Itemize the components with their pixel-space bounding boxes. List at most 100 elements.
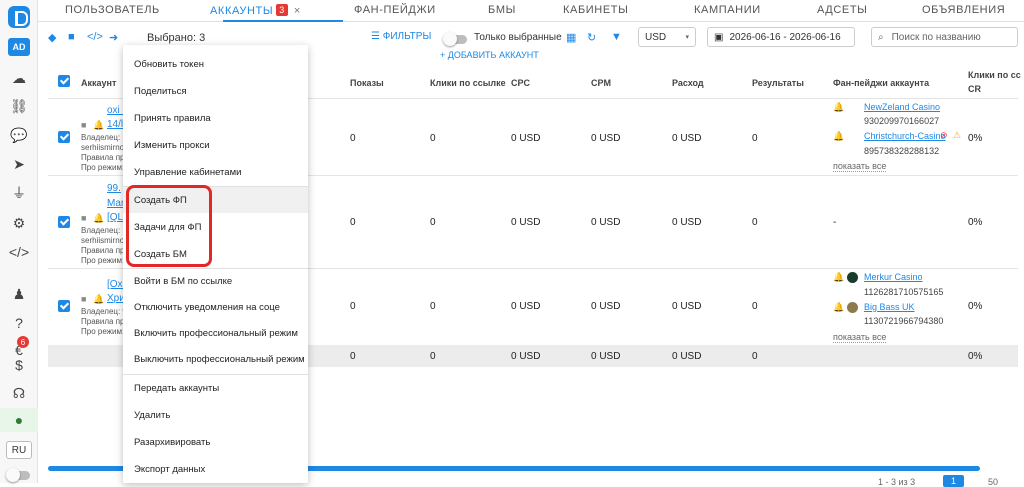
menu-item-login-bm[interactable]: Войти в БМ по ссылке	[123, 268, 308, 294]
menu-item-change-proxy[interactable]: Изменить прокси	[123, 132, 308, 158]
total-clicks: 0	[430, 351, 436, 362]
fanpage-id: 1130721966794380	[864, 316, 944, 326]
theme-toggle[interactable]	[6, 468, 30, 482]
filters-label: ФИЛЬТРЫ	[382, 31, 432, 42]
only-selected-toggle[interactable]	[443, 32, 467, 46]
menu-item-manage-cabinets[interactable]: Управление кабинетами	[123, 159, 308, 185]
menu-item-export[interactable]: Экспорт данных	[123, 456, 308, 482]
fanpage-id: 1126281710575165	[864, 287, 944, 297]
header-cpm[interactable]: CPM	[591, 78, 611, 88]
bell-icon[interactable]: 🔔	[833, 272, 844, 283]
refresh-icon[interactable]: ↻	[587, 31, 596, 44]
fanpage-link[interactable]: Christchurch-Casino	[864, 131, 946, 141]
currency-select[interactable]: USD ▾	[638, 27, 696, 47]
highlight-annotation	[126, 185, 212, 267]
chat-icon[interactable]: 💬	[0, 123, 38, 147]
spend-value: 0 USD	[672, 133, 702, 144]
tag-icon[interactable]: ◆	[48, 31, 56, 44]
bell-icon[interactable]: 🔔	[93, 294, 104, 305]
header-cpc[interactable]: CPC	[511, 78, 530, 88]
account-id-link[interactable]: 14/l	[107, 119, 123, 130]
help-icon[interactable]: ?	[0, 311, 38, 335]
pagination-per-page[interactable]: 50	[988, 477, 998, 487]
language-button[interactable]: RU	[6, 441, 32, 459]
header-link-clicks[interactable]: Клики по сс	[968, 70, 1021, 80]
header-results[interactable]: Результаты	[752, 78, 804, 88]
gear-icon[interactable]: ⚙	[0, 211, 38, 235]
columns-icon[interactable]: ▦	[566, 31, 576, 44]
menu-item-transfer-accounts[interactable]: Передать аккаунты	[123, 375, 308, 401]
cpm-value: 0 USD	[591, 217, 621, 228]
tab-user[interactable]: ПОЛЬЗОВАТЕЛЬ	[65, 4, 160, 16]
close-icon[interactable]: ×	[294, 5, 301, 17]
bell-icon[interactable]: 🔔	[93, 120, 104, 131]
code-tool-icon[interactable]: </>	[87, 31, 103, 43]
bell-icon[interactable]: 🔔	[93, 213, 104, 224]
tab-adsets[interactable]: АДСЕТЫ	[817, 4, 868, 16]
cursor-icon[interactable]: ➤	[0, 152, 38, 176]
tab-ads[interactable]: ОБЪЯВЛЕНИЯ	[922, 4, 1005, 16]
cpc-value: 0 USD	[511, 133, 541, 144]
menu-item-share[interactable]: Поделиться	[123, 78, 308, 104]
caret-down-icon[interactable]: ▼	[611, 31, 622, 43]
tab-campaigns[interactable]: КАМПАНИИ	[694, 4, 761, 16]
filters-button[interactable]: ☰ ФИЛЬТРЫ	[371, 31, 431, 42]
header-account[interactable]: Аккаунт	[81, 78, 116, 88]
select-all-checkbox[interactable]	[58, 75, 70, 87]
show-all-link[interactable]: показать все	[833, 332, 887, 343]
menu-item-enable-pro[interactable]: Включить профессиональный режим	[123, 320, 308, 346]
bulb-icon[interactable]: ●	[0, 408, 38, 432]
add-account-button[interactable]: + ДОБАВИТЬ АККАУНТ	[440, 50, 539, 60]
tab-cabinets[interactable]: КАБИНЕТЫ	[563, 4, 628, 16]
fanpage-link[interactable]: Big Bass UK	[864, 302, 915, 312]
menu-item-refresh-token[interactable]: Обновить токен	[123, 51, 308, 77]
header-spend[interactable]: Расход	[672, 78, 704, 88]
currency-value: USD	[645, 31, 667, 43]
fanpage-id: 895738328288132	[864, 146, 940, 156]
menu-item-delete[interactable]: Удалить	[123, 402, 308, 428]
bell-icon[interactable]: 🔔	[833, 302, 844, 313]
fanpages-empty: -	[833, 217, 837, 228]
tab-fanpages[interactable]: ФАН-ПЕЙДЖИ	[354, 4, 436, 16]
tab-bms[interactable]: БМЫ	[488, 4, 516, 16]
bell-icon[interactable]: 🔔	[833, 131, 844, 142]
fanpage-link[interactable]: NewZeland Casino	[864, 102, 940, 112]
folder-icon[interactable]: ■	[68, 31, 75, 43]
dollar-icon[interactable]: $	[0, 353, 38, 377]
plug-icon[interactable]: ⏚	[0, 181, 38, 205]
account-id-link[interactable]: [QL	[107, 212, 123, 223]
header-fanpages[interactable]: Фан-пейджи аккаунта	[833, 78, 929, 88]
cpc-value: 0 USD	[511, 217, 541, 228]
ad-badge[interactable]: AD	[8, 38, 30, 56]
header-cr[interactable]: CR	[968, 84, 981, 94]
pro-mode-label: Про режим:	[81, 327, 125, 336]
header-impressions[interactable]: Показы	[350, 78, 384, 88]
code-icon[interactable]: </>	[0, 240, 38, 264]
row-checkbox[interactable]	[58, 300, 70, 312]
pagination-current-page[interactable]: 1	[943, 475, 965, 487]
user-spy-icon[interactable]: ♟	[0, 282, 38, 306]
search-input[interactable]: ⌕ Поиск по названию	[871, 27, 1018, 47]
menu-item-unarchive[interactable]: Разархивировать	[123, 429, 308, 455]
account-name-link[interactable]: 99.	[107, 183, 121, 194]
row-checkbox[interactable]	[58, 131, 70, 143]
headset-icon[interactable]: ☊	[0, 381, 38, 405]
app-logo-icon[interactable]	[8, 6, 30, 28]
bell-icon[interactable]: 🔔	[833, 102, 844, 113]
menu-item-accept-rules[interactable]: Принять правила	[123, 105, 308, 131]
login-icon[interactable]: ➜	[109, 31, 118, 44]
header-clicks[interactable]: Клики по ссылке	[430, 78, 506, 88]
cloud-upload-icon[interactable]: ☁	[0, 66, 38, 90]
menu-item-disable-pro[interactable]: Выключить профессиональный режим	[123, 346, 308, 372]
row-checkbox[interactable]	[58, 216, 70, 228]
tab-accounts[interactable]: АККАУНТЫ 3 ×	[210, 4, 301, 17]
menu-item-disable-notifications[interactable]: Отключить уведомления на соце	[123, 294, 308, 320]
fanpage-link[interactable]: Merkur Casino	[864, 272, 923, 282]
show-all-link[interactable]: показать все	[833, 161, 887, 172]
date-range-field[interactable]: ▣ 2026-06-16 - 2026-06-16	[707, 27, 855, 47]
total-cr: 0%	[968, 351, 983, 362]
hierarchy-icon[interactable]: ⛓	[0, 94, 38, 118]
account-sub-link[interactable]: Mar	[107, 198, 124, 209]
cr-value: 0%	[968, 301, 983, 312]
pagination-range: 1 - 3 из 3	[878, 477, 916, 487]
